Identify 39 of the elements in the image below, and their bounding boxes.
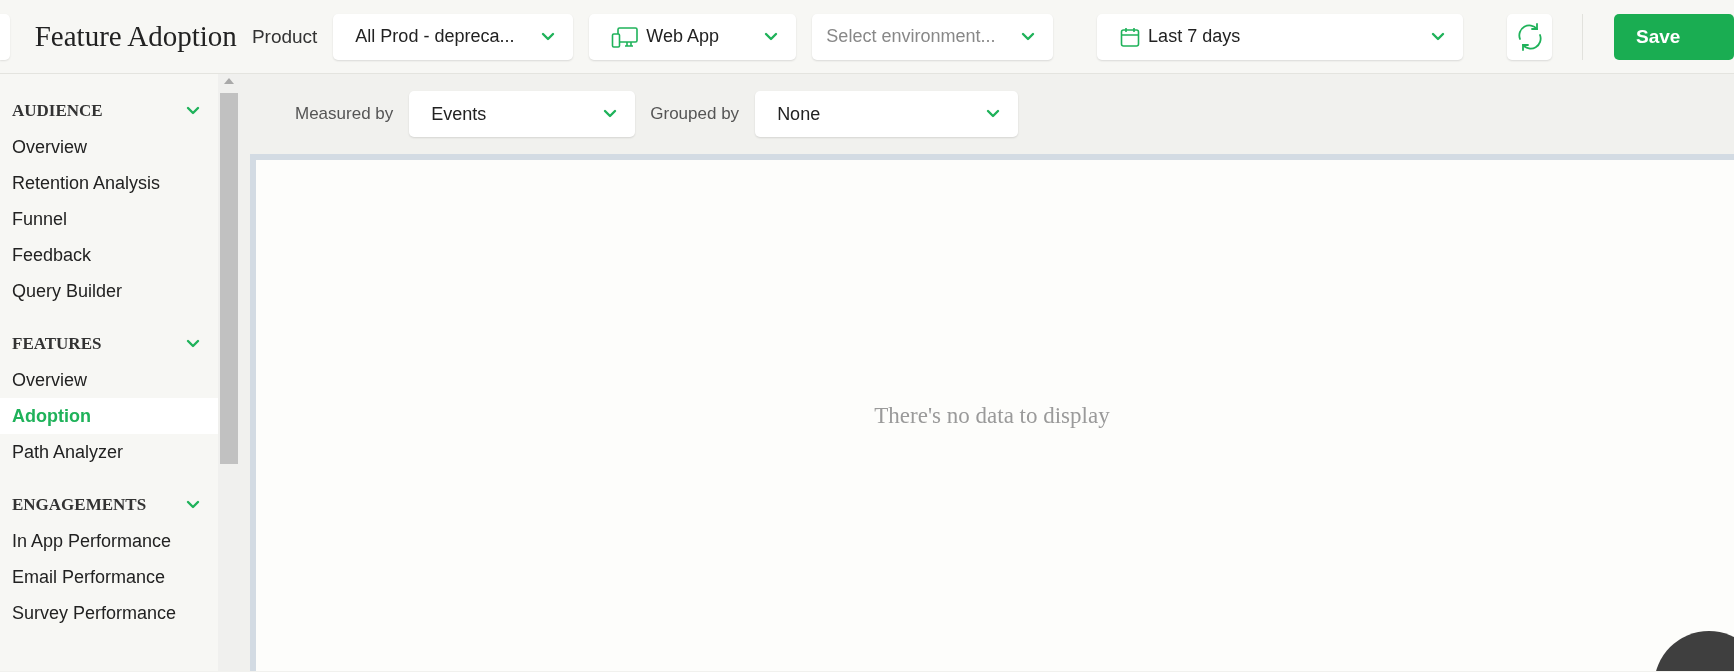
chevron-down-icon bbox=[1021, 31, 1036, 42]
empty-message: There's no data to display bbox=[874, 403, 1110, 429]
filter-dropdown[interactable]: Events bbox=[409, 91, 636, 137]
chevron-down-icon bbox=[603, 109, 618, 119]
nav-item[interactable]: Survey Performance bbox=[0, 595, 218, 631]
section-heading: FEATURES bbox=[12, 334, 102, 354]
nav-item[interactable]: Feedback bbox=[0, 237, 218, 273]
section-heading: ENGAGEMENTS bbox=[12, 495, 147, 515]
nav-item[interactable]: Email Performance bbox=[0, 559, 218, 595]
page-title: Feature Adoption bbox=[34, 20, 237, 53]
filter-label: Grouped by bbox=[650, 104, 740, 124]
chevron-down-icon bbox=[764, 31, 779, 42]
chevron-down-icon bbox=[541, 31, 556, 42]
chevron-down-icon[interactable] bbox=[186, 339, 200, 349]
section-heading: AUDIENCE bbox=[12, 101, 103, 121]
refresh-button[interactable] bbox=[1507, 13, 1552, 60]
filter-dropdown[interactable]: None bbox=[755, 91, 1019, 137]
nav-item[interactable]: In App Performance bbox=[0, 523, 218, 559]
product-label: Product bbox=[251, 25, 318, 48]
nav-item[interactable]: Retention Analysis bbox=[0, 165, 218, 201]
environment-dropdown[interactable]: Select environment... bbox=[812, 13, 1054, 60]
scrollbar-thumb[interactable] bbox=[220, 93, 238, 464]
nav-item[interactable]: Overview bbox=[0, 129, 218, 165]
refresh-icon bbox=[1515, 22, 1544, 51]
chevron-down-icon[interactable] bbox=[186, 500, 200, 510]
platform-dropdown[interactable]: Web App bbox=[589, 13, 797, 60]
devices-icon bbox=[611, 25, 639, 48]
nav-item[interactable]: Query Builder bbox=[0, 273, 218, 309]
nav-item[interactable]: Funnel bbox=[0, 201, 218, 237]
chevron-down-icon bbox=[1431, 31, 1446, 42]
chevron-down-icon bbox=[986, 109, 1001, 119]
filter-label: Measured by bbox=[295, 104, 394, 124]
chevron-down-icon[interactable] bbox=[186, 106, 200, 116]
date-range-dropdown[interactable]: Last 7 days bbox=[1097, 13, 1464, 60]
nav-item[interactable]: Overview bbox=[0, 362, 218, 398]
scroll-up-icon[interactable] bbox=[224, 78, 234, 84]
product-dropdown[interactable]: All Prod - depreca... bbox=[333, 13, 574, 60]
calendar-icon bbox=[1120, 26, 1141, 47]
nav-item[interactable]: Path Analyzer bbox=[0, 434, 218, 470]
